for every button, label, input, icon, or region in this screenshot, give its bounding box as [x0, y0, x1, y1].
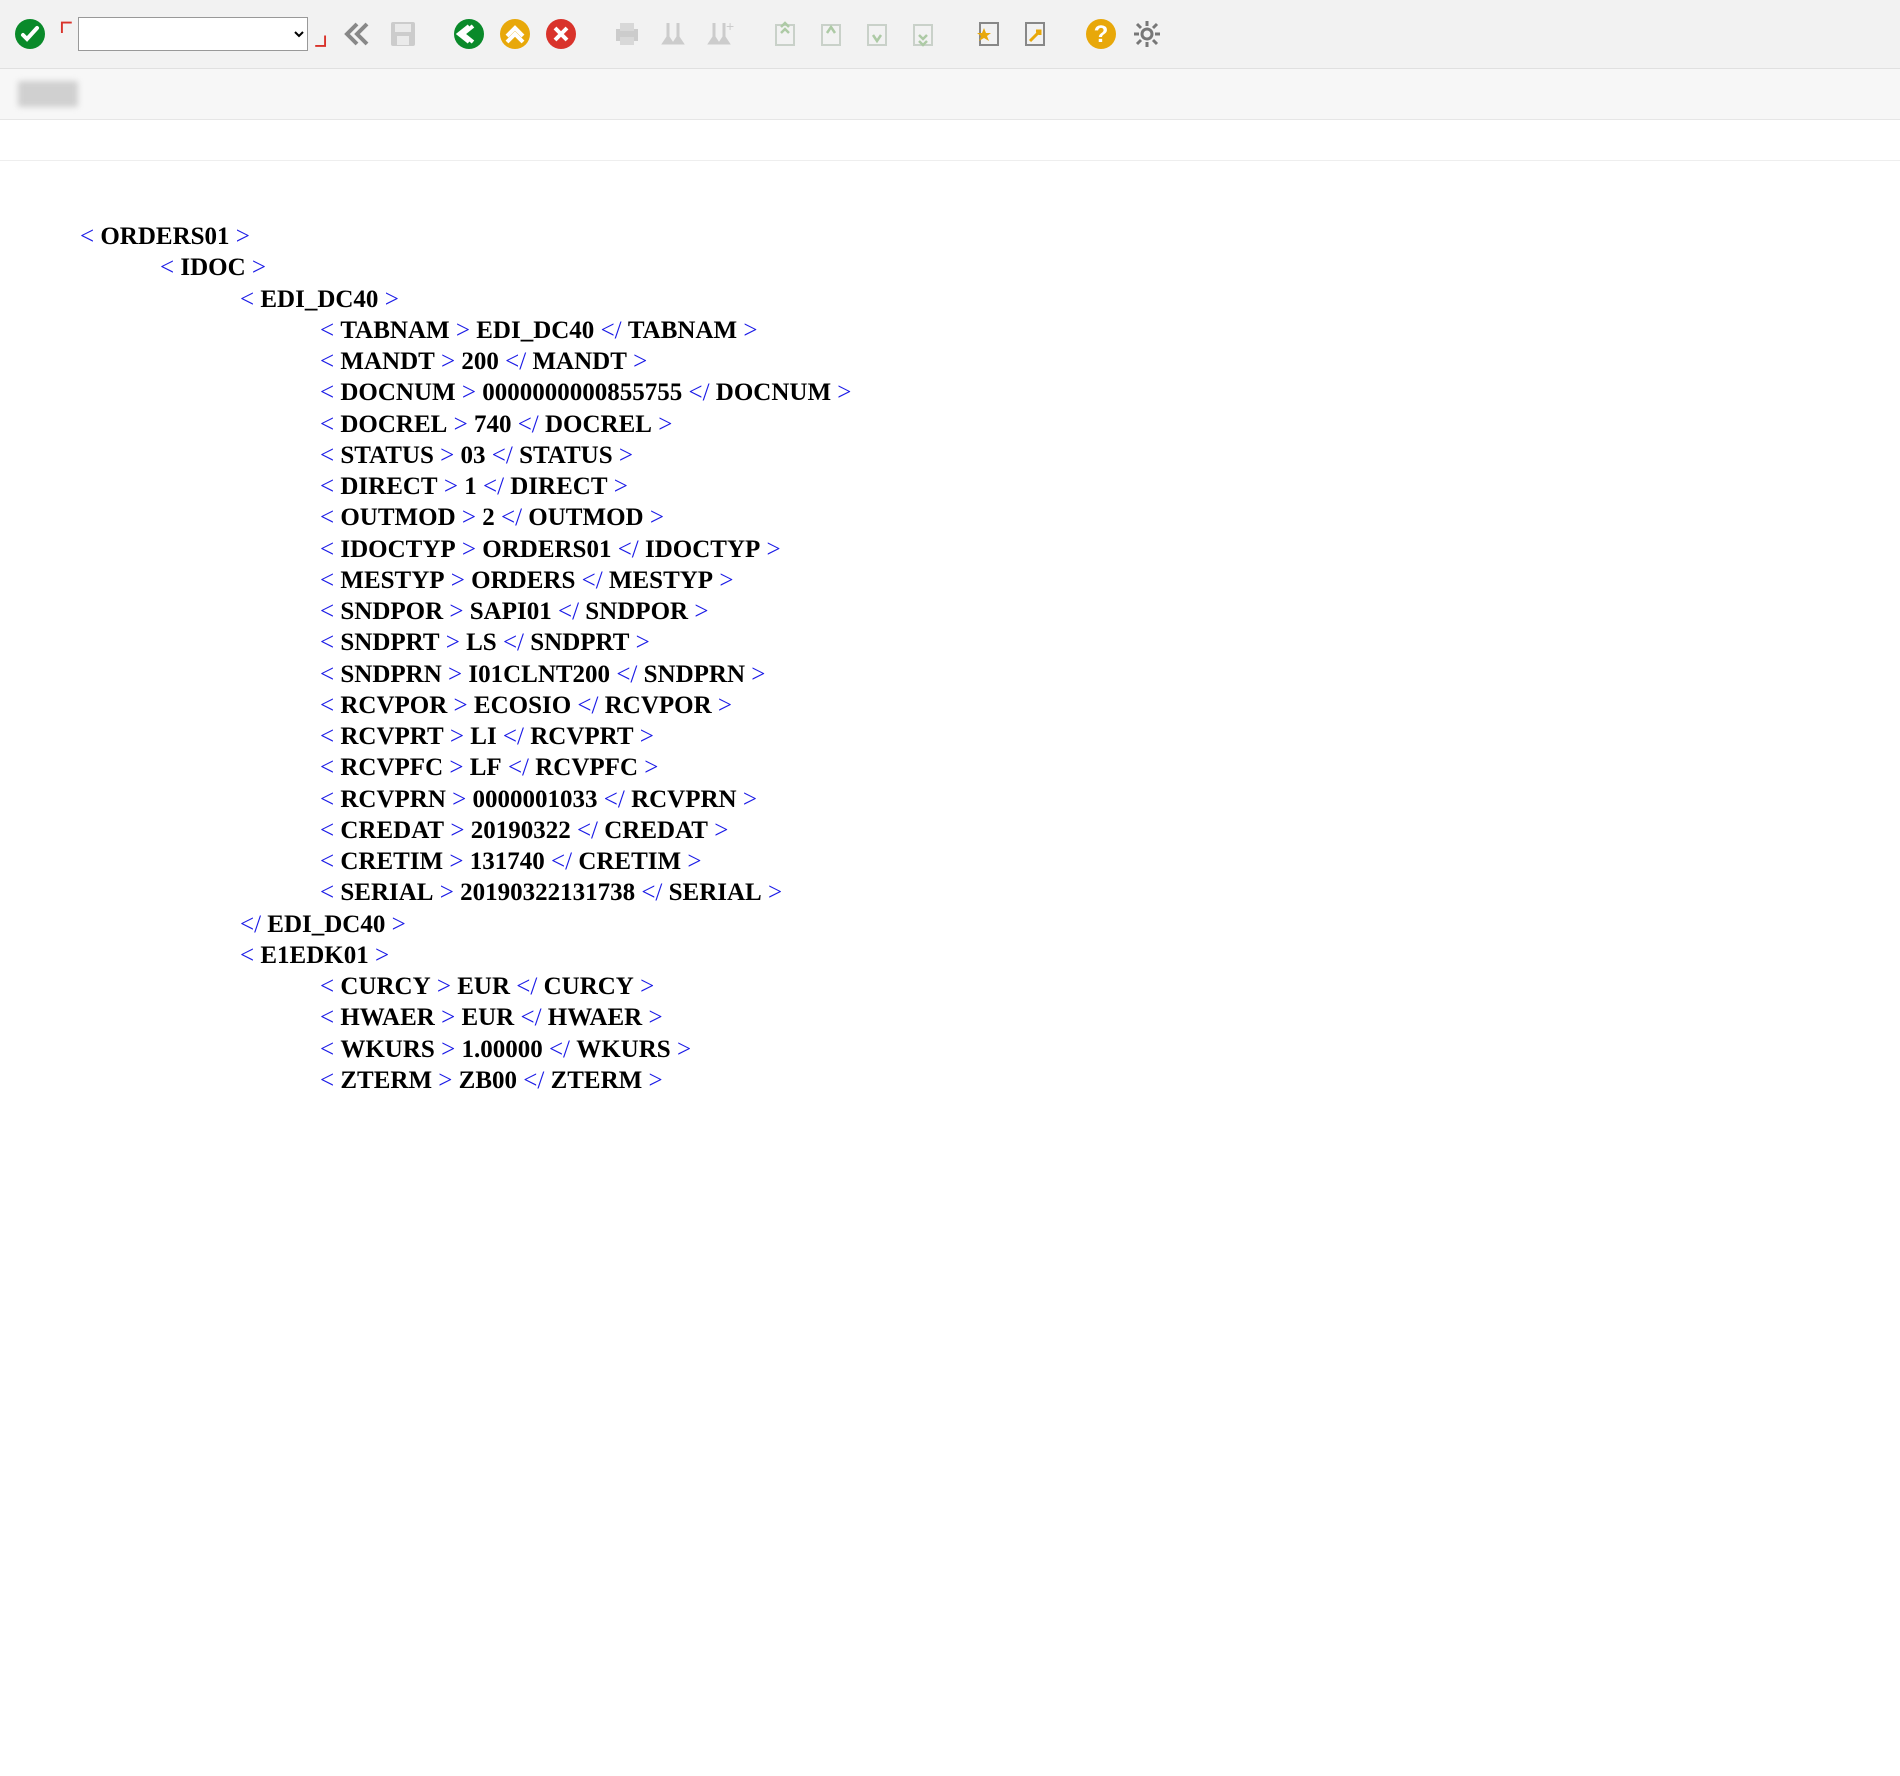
find-next-button[interactable]: + — [699, 14, 739, 54]
save-icon — [388, 19, 418, 49]
up-button[interactable] — [495, 14, 535, 54]
ok-icon — [14, 18, 46, 50]
favorite-button[interactable] — [969, 14, 1009, 54]
xml-field-line: < WKURS > 1.00000 </ WKURS > — [80, 1034, 1900, 1065]
xml-field-line: < SNDPOR > SAPI01 </ SNDPOR > — [80, 596, 1900, 627]
toolbar: ⌜ ⌟ — [0, 0, 1900, 69]
xml-field-line: < SNDPRT > LS </ SNDPRT > — [80, 627, 1900, 658]
next-page-button[interactable] — [857, 14, 897, 54]
shortcut-button[interactable] — [1015, 14, 1055, 54]
xml-field-line: < HWAER > EUR </ HWAER > — [80, 1002, 1900, 1033]
print-button[interactable] — [607, 14, 647, 54]
bracket-left-icon: ⌜ — [56, 17, 76, 51]
xml-field-line: < RCVPRN > 0000001033 </ RCVPRN > — [80, 784, 1900, 815]
xml-line: < IDOC > — [80, 252, 1900, 283]
xml-line: < EDI_DC40 > — [80, 284, 1900, 315]
command-field-wrap: ⌜ ⌟ — [56, 17, 331, 51]
find-icon — [658, 19, 688, 49]
cancel-red-icon — [545, 18, 577, 50]
xml-field-line: < SNDPRN > I01CLNT200 </ SNDPRN > — [80, 659, 1900, 690]
xml-field-line: < DOCNUM > 0000000000855755 </ DOCNUM > — [80, 377, 1900, 408]
xml-field-line: < MESTYP > ORDERS </ MESTYP > — [80, 565, 1900, 596]
command-field[interactable] — [78, 17, 308, 51]
xml-line: < ORDERS01 > — [80, 221, 1900, 252]
xml-field-line: < RCVPRT > LI </ RCVPRT > — [80, 721, 1900, 752]
page-arrows-3-icon — [862, 19, 892, 49]
blurred-label — [18, 81, 78, 107]
exit-green-icon — [453, 18, 485, 50]
cancel-button[interactable] — [541, 14, 581, 54]
xml-content: < ORDERS01 > < IDOC > < EDI_DC40 > < TAB… — [0, 161, 1900, 1096]
xml-field-line: < OUTMOD > 2 </ OUTMOD > — [80, 502, 1900, 533]
xml-field-line: < CRETIM > 131740 </ CRETIM > — [80, 846, 1900, 877]
page-arrows-1-icon — [770, 19, 800, 49]
xml-field-line: < STATUS > 03 </ STATUS > — [80, 440, 1900, 471]
subheader — [0, 69, 1900, 120]
double-back-icon — [343, 20, 371, 48]
xml-field-line: < IDOCTYP > ORDERS01 </ IDOCTYP > — [80, 534, 1900, 565]
xml-field-line: < SERIAL > 20190322131738 </ SERIAL > — [80, 877, 1900, 908]
xml-field-line: < MANDT > 200 </ MANDT > — [80, 346, 1900, 377]
find-next-icon: + — [704, 19, 734, 49]
save-button[interactable] — [383, 14, 423, 54]
bracket-right-icon: ⌟ — [310, 17, 330, 51]
xml-line: < E1EDK01 > — [80, 940, 1900, 971]
xml-field-line: < DOCREL > 740 </ DOCREL > — [80, 409, 1900, 440]
exit-button[interactable] — [449, 14, 489, 54]
xml-line: </ EDI_DC40 > — [80, 909, 1900, 940]
settings-icon — [1132, 19, 1162, 49]
first-page-button[interactable] — [765, 14, 805, 54]
print-icon — [612, 19, 642, 49]
svg-text:?: ? — [1094, 21, 1109, 48]
ok-button[interactable] — [10, 14, 50, 54]
up-orange-icon — [499, 18, 531, 50]
spacer — [0, 120, 1900, 161]
settings-button[interactable] — [1127, 14, 1167, 54]
xml-field-line: < ZTERM > ZB00 </ ZTERM > — [80, 1065, 1900, 1096]
page-arrows-2-icon — [816, 19, 846, 49]
xml-field-line: < DIRECT > 1 </ DIRECT > — [80, 471, 1900, 502]
page-arrows-4-icon — [908, 19, 938, 49]
find-button[interactable] — [653, 14, 693, 54]
xml-field-line: < TABNAM > EDI_DC40 </ TABNAM > — [80, 315, 1900, 346]
xml-field-line: < RCVPFC > LF </ RCVPFC > — [80, 752, 1900, 783]
prev-page-button[interactable] — [811, 14, 851, 54]
xml-field-line: < RCVPOR > ECOSIO </ RCVPOR > — [80, 690, 1900, 721]
favorite-icon — [974, 19, 1004, 49]
help-button[interactable]: ? — [1081, 14, 1121, 54]
last-page-button[interactable] — [903, 14, 943, 54]
help-icon: ? — [1085, 18, 1117, 50]
shortcut-icon — [1020, 19, 1050, 49]
xml-field-line: < CURCY > EUR </ CURCY > — [80, 971, 1900, 1002]
svg-text:+: + — [726, 19, 734, 34]
back-button[interactable] — [337, 14, 377, 54]
xml-field-line: < CREDAT > 20190322 </ CREDAT > — [80, 815, 1900, 846]
